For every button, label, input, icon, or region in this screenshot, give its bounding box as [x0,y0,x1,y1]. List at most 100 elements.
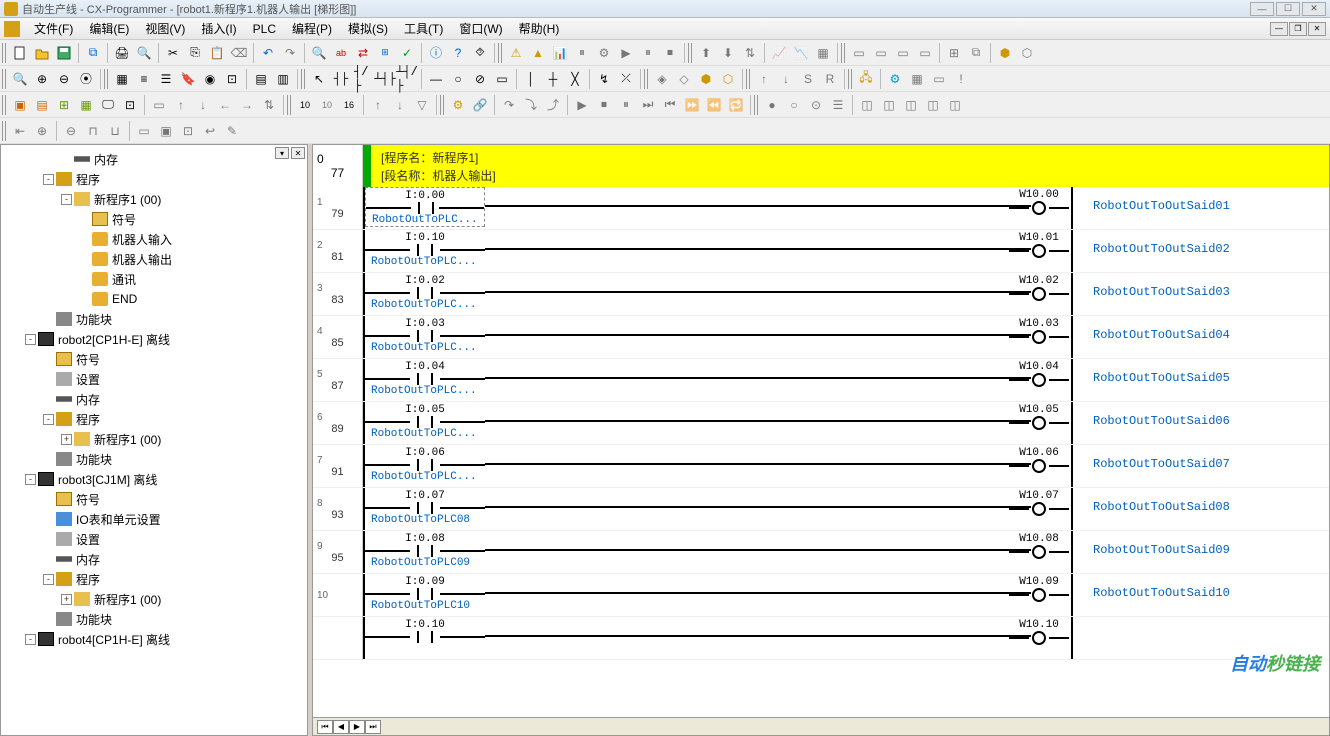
ladder-rung[interactable]: I:0.09RobotOutToPLC10W10.09RobotOutToOut… [363,574,1329,617]
ladder-rungs[interactable]: I:0.00RobotOutToPLC...W10.00RobotOutToOu… [363,187,1329,660]
sort-asc-button[interactable]: ↑ [368,95,388,115]
rung-down-button[interactable]: ↓ [193,95,213,115]
tree-item[interactable]: 机器人输出 [3,249,307,269]
grid-button[interactable]: ▦ [112,69,132,89]
contact[interactable]: I:0.09RobotOutToPLC10 [365,574,485,612]
info-button[interactable]: ⓘ [426,43,446,63]
menu-edit[interactable]: 编辑(E) [81,18,137,39]
force-status-button[interactable]: ⬡ [718,69,738,89]
contact-nc-button[interactable]: ┤/├ [353,69,373,89]
coil[interactable]: W10.01 [1009,230,1069,258]
tree-expander[interactable]: + [61,434,72,445]
tree-item[interactable]: 设置 [3,529,307,549]
trace-button[interactable]: 📈 [769,43,789,63]
menu-file[interactable]: 文件(F) [26,18,81,39]
watch5-button[interactable]: ◫ [945,95,965,115]
menu-tools[interactable]: 工具(T) [396,18,451,39]
transfer-to-button[interactable]: ⬆ [696,43,716,63]
contact[interactable]: I:0.02RobotOutToPLC... [365,273,485,311]
tree-expander[interactable]: - [25,334,36,345]
contact[interactable]: I:0.00RobotOutToPLC... [365,187,485,227]
num10-button[interactable]: 10 [295,95,315,115]
local-button[interactable]: ▦ [76,95,96,115]
section1-button[interactable]: ▭ [849,43,869,63]
watch-button[interactable]: ⊞ [54,95,74,115]
list-button[interactable]: ☰ [156,69,176,89]
stop-monitor-button[interactable]: ⏸ [572,43,592,63]
tree-item[interactable]: 功能块 [3,609,307,629]
watch4-button[interactable]: ◫ [923,95,943,115]
ladder-rung[interactable]: I:0.10RobotOutToPLC...W10.01RobotOutToOu… [363,230,1329,273]
compare-plc-button[interactable]: ⇅ [740,43,760,63]
tree-item[interactable]: -程序 [3,569,307,589]
toolbar-grip[interactable] [644,69,649,89]
force-on-button[interactable]: ◈ [652,69,672,89]
mdi-minimize[interactable]: — [1270,22,1288,36]
tree-item[interactable]: IO表和单元设置 [3,509,307,529]
cross-button[interactable]: ⊡ [120,95,140,115]
contact[interactable]: I:0.10RobotOutToPLC... [365,230,485,268]
sim-run-button[interactable]: ▶ [572,95,592,115]
menu-insert[interactable]: 插入(I) [193,18,244,39]
tree-item[interactable]: END [3,289,307,309]
tree-item[interactable]: 通讯 [3,269,307,289]
tree-item[interactable]: -程序 [3,409,307,429]
ladder-rung[interactable]: I:0.06RobotOutToPLC...W10.06RobotOutToOu… [363,445,1329,488]
cascade-button[interactable]: ⧉ [966,43,986,63]
coil[interactable]: W10.06 [1009,445,1069,473]
contact-no-button[interactable]: ┤├ [331,69,351,89]
tree-item[interactable]: +新程序1 (00) [3,429,307,449]
rung-up-button[interactable]: ↑ [171,95,191,115]
mdi-close[interactable]: ✕ [1308,22,1326,36]
goto-button[interactable]: ⇄ [353,43,373,63]
toolbar-grip[interactable] [688,43,693,63]
toolbar-grip[interactable] [301,69,306,89]
toolbar-grip[interactable] [848,69,853,89]
network-button[interactable]: 🖧 [856,69,876,89]
coil-button[interactable]: ○ [448,69,468,89]
comments-button[interactable]: ≡ [134,69,154,89]
marker-button[interactable]: ◉ [200,69,220,89]
close-button[interactable]: ✕ [1302,2,1326,16]
workspace-button[interactable]: ▣ [10,95,30,115]
fb-edit-button[interactable]: ✎ [222,121,242,141]
new-rung-button[interactable]: ⊕ [32,121,52,141]
step-button[interactable]: ↷ [499,95,519,115]
tree-item[interactable]: 内存 [3,149,307,169]
instruction-button[interactable]: ▭ [492,69,512,89]
toggle-button[interactable]: ⊡ [222,69,242,89]
sim-next-button[interactable]: ⏭ [638,95,658,115]
project-tree[interactable]: 内存-程序-新程序1 (00)符号机器人输入机器人输出通讯END功能块-robo… [1,145,307,653]
ladder-editor[interactable]: 0 77 [程序名：新程序1] [段名称：机器人输出] 179281383485… [312,144,1330,736]
watch1-button[interactable]: ◫ [857,95,877,115]
fb2-button[interactable]: ⬡ [1017,43,1037,63]
tree-item[interactable]: -程序 [3,169,307,189]
menu-simulate[interactable]: 模拟(S) [340,18,396,39]
tree-expander[interactable]: - [61,194,72,205]
fb-param-button[interactable]: ⊡ [178,121,198,141]
sim-connect-button[interactable]: 🔗 [470,95,490,115]
cross-ref-button[interactable]: ⊞ [375,43,395,63]
chart-button[interactable]: 📉 [791,43,811,63]
zoom-100-button[interactable]: ⦿ [76,69,96,89]
menu-help[interactable]: 帮助(H) [511,18,568,39]
coil[interactable]: W10.07 [1009,488,1069,516]
panel-close-button[interactable]: ✕ [291,147,305,159]
set-button[interactable]: S [798,69,818,89]
select-button[interactable]: ↖ [309,69,329,89]
toolbar-grip[interactable] [104,69,109,89]
tree-expander[interactable]: - [43,574,54,585]
minimize-button[interactable]: — [1250,2,1274,16]
unit-button[interactable]: ▭ [929,69,949,89]
bp-clear-button[interactable]: ○ [784,95,804,115]
tab-nav-last[interactable]: ⏭ [365,720,381,734]
fb-inst-button[interactable]: ▣ [156,121,176,141]
section-nav-button[interactable]: ⇅ [259,95,279,115]
tree-expander[interactable]: + [61,594,72,605]
zoom-in-button[interactable]: ⊕ [32,69,52,89]
toolbar-grip[interactable] [841,43,846,63]
contact[interactable]: I:0.03RobotOutToPLC... [365,316,485,354]
mdi-restore[interactable]: ❐ [1289,22,1307,36]
next-button[interactable]: → [237,95,257,115]
coil[interactable]: W10.09 [1009,574,1069,602]
